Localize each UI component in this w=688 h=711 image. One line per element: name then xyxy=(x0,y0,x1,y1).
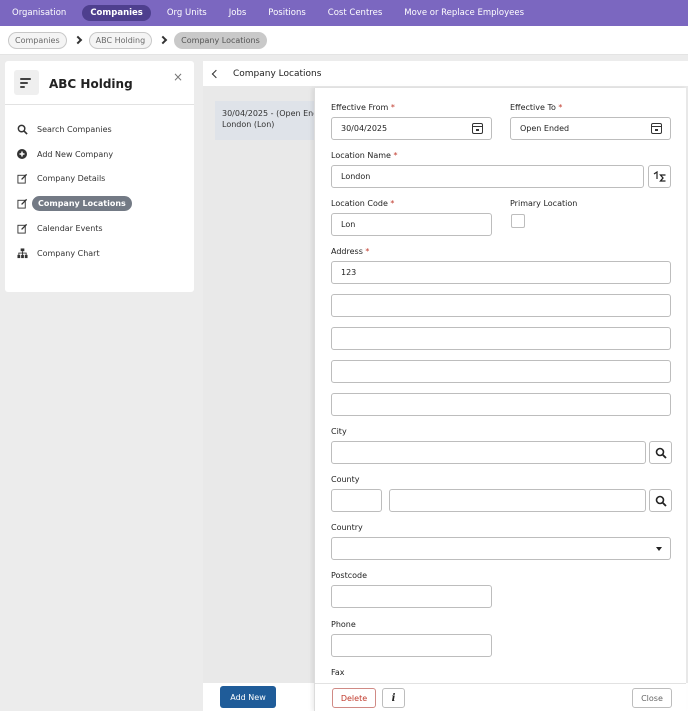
county-code-input[interactable] xyxy=(331,489,382,512)
caret-down-icon xyxy=(656,547,662,551)
primary-location-checkbox[interactable] xyxy=(511,214,525,228)
location-code-input[interactable]: Lon xyxy=(331,213,492,236)
chevron-left-icon[interactable] xyxy=(211,69,221,78)
menu-icon[interactable] xyxy=(14,70,39,95)
effective-to-label: Effective To * xyxy=(510,103,563,112)
close-icon[interactable]: × xyxy=(173,70,183,84)
fax-label: Fax xyxy=(331,668,345,677)
postcode-label: Postcode xyxy=(331,571,368,580)
county-input[interactable] xyxy=(389,489,646,512)
city-label: City xyxy=(331,427,347,436)
effective-to-input[interactable]: Open Ended xyxy=(510,117,671,140)
country-label: Country xyxy=(331,523,363,532)
effective-from-label: Effective From * xyxy=(331,103,395,112)
location-form-drawer: Effective From * 30/04/2025 Effective To… xyxy=(314,88,686,711)
sigma-icon xyxy=(653,170,665,182)
phone-input[interactable] xyxy=(331,634,492,657)
county-search-button[interactable] xyxy=(649,489,672,512)
address-line-2-input[interactable] xyxy=(331,294,671,317)
address-line-1-input[interactable]: 123 xyxy=(331,261,671,284)
nav-jobs[interactable]: Jobs xyxy=(223,5,253,21)
nav-organisation[interactable]: Organisation xyxy=(6,5,72,21)
sidebar-header: ABC Holding × xyxy=(5,61,194,105)
location-name: London (Lon) xyxy=(222,120,275,129)
plus-circle-icon xyxy=(16,148,28,160)
nav-org-units[interactable]: Org Units xyxy=(161,5,213,21)
address-label: Address * xyxy=(331,247,370,256)
delete-button[interactable]: Delete xyxy=(332,688,376,708)
nav-companies[interactable]: Companies xyxy=(82,5,151,21)
breadcrumb-companies[interactable]: Companies xyxy=(8,31,67,49)
county-label: County xyxy=(331,475,360,484)
sidebar-item-company-details[interactable]: Company Details xyxy=(5,167,194,192)
sidebar-item-company-locations[interactable]: Company Locations xyxy=(5,191,194,216)
breadcrumb: Companies ABC Holding Company Locations xyxy=(0,26,688,55)
primary-location-label: Primary Location xyxy=(510,199,578,208)
sidebar-item-search-companies[interactable]: Search Companies xyxy=(5,117,194,142)
city-search-button[interactable] xyxy=(649,441,672,464)
phone-label: Phone xyxy=(331,620,356,629)
address-line-5-input[interactable] xyxy=(331,393,671,416)
sidebar: ABC Holding × Search Companies Add New C… xyxy=(5,61,194,292)
edit-icon xyxy=(16,173,28,185)
chevron-right-icon xyxy=(73,35,82,45)
nav-move-replace-employees[interactable]: Move or Replace Employees xyxy=(398,5,530,21)
address-line-3-input[interactable] xyxy=(331,327,671,350)
page-title: Company Locations xyxy=(233,68,322,79)
location-name-input[interactable]: London xyxy=(331,165,644,188)
org-chart-icon xyxy=(16,247,28,259)
search-icon xyxy=(655,447,667,459)
sidebar-item-label: Company Locations xyxy=(32,196,132,212)
edit-icon xyxy=(16,198,28,210)
sidebar-item-label: Calendar Events xyxy=(37,224,103,234)
add-new-button[interactable]: Add New xyxy=(220,686,276,708)
location-name-label: Location Name * xyxy=(331,151,398,160)
sidebar-item-label: Company Chart xyxy=(37,248,100,258)
calendar-icon[interactable] xyxy=(651,123,662,134)
sidebar-item-label: Search Companies xyxy=(37,124,112,134)
chevron-right-icon xyxy=(158,35,168,45)
sidebar-item-calendar-events[interactable]: Calendar Events xyxy=(5,216,194,241)
sidebar-item-label: Company Details xyxy=(37,174,106,184)
breadcrumb-company-locations[interactable]: Company Locations xyxy=(174,31,267,49)
main-header: Company Locations xyxy=(203,61,688,86)
address-line-4-input[interactable] xyxy=(331,360,671,383)
close-button[interactable]: Close xyxy=(632,688,672,708)
sidebar-item-add-new-company[interactable]: Add New Company xyxy=(5,142,194,167)
calendar-icon[interactable] xyxy=(472,123,483,134)
search-icon xyxy=(16,123,28,135)
sidebar-item-company-chart[interactable]: Company Chart xyxy=(5,241,194,266)
top-navigation: Organisation Companies Org Units Jobs Po… xyxy=(0,0,688,26)
search-icon xyxy=(655,495,667,507)
info-button[interactable]: i xyxy=(382,688,405,708)
translate-sigma-button[interactable] xyxy=(648,165,671,188)
city-input[interactable] xyxy=(331,441,646,464)
location-code-label: Location Code * xyxy=(331,199,395,208)
sidebar-menu: Search Companies Add New Company Company… xyxy=(5,105,194,266)
sidebar-title: ABC Holding xyxy=(49,76,133,91)
breadcrumb-abc-holding[interactable]: ABC Holding xyxy=(88,31,153,49)
postcode-input[interactable] xyxy=(331,585,492,608)
nav-positions[interactable]: Positions xyxy=(262,5,312,21)
drawer-footer: Delete i Close xyxy=(315,683,686,711)
location-period: 30/04/2025 - (Open Ended) xyxy=(222,109,325,118)
location-list-item[interactable]: 30/04/2025 - (Open Ended) London (Lon) xyxy=(215,101,325,140)
country-select[interactable] xyxy=(331,537,671,560)
edit-icon xyxy=(16,223,28,235)
sidebar-item-label: Add New Company xyxy=(37,149,114,159)
nav-cost-centres[interactable]: Cost Centres xyxy=(322,5,388,21)
effective-from-input[interactable]: 30/04/2025 xyxy=(331,117,492,140)
